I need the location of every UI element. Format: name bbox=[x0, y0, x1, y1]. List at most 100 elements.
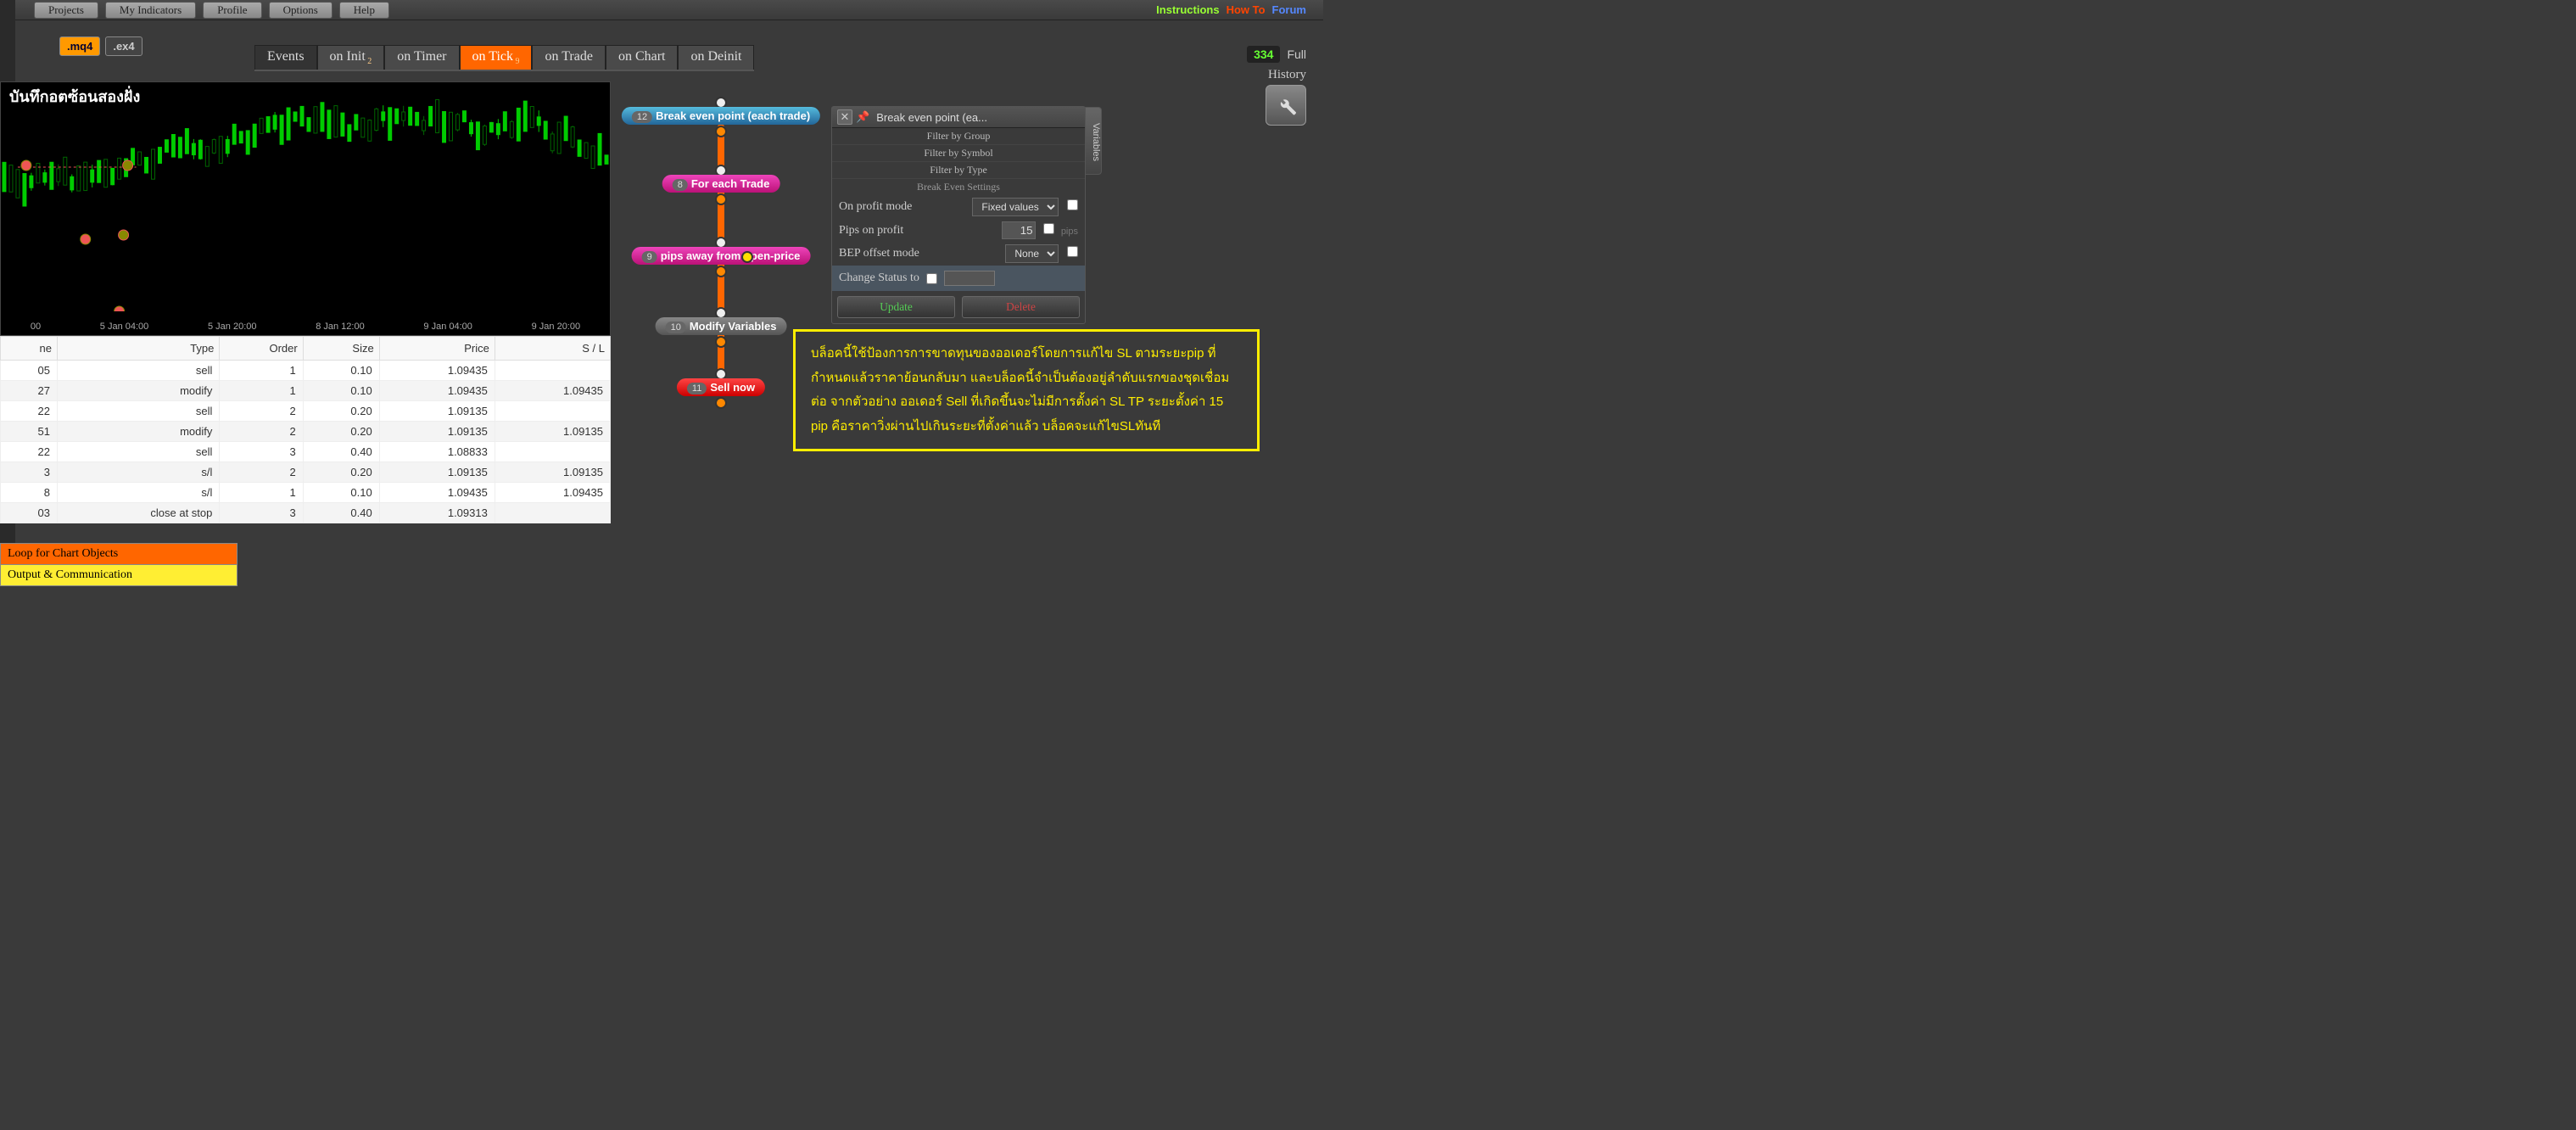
table-row[interactable]: 51modify20.201.091351.09135 bbox=[1, 422, 611, 442]
table-cell: 1.09435 bbox=[379, 381, 495, 401]
properties-panel: Variables ✕ 📌 Break even point (ea... Fi… bbox=[831, 106, 1086, 324]
category-output-communication[interactable]: Output & Communication bbox=[0, 564, 237, 586]
full-label[interactable]: Full bbox=[1287, 48, 1306, 61]
table-cell: close at stop bbox=[57, 503, 219, 523]
table-cell: 2 bbox=[220, 462, 303, 483]
table-cell: 03 bbox=[1, 503, 58, 523]
flow-node[interactable]: 12Break even point (each trade) bbox=[622, 107, 820, 125]
variables-side-tab[interactable]: Variables bbox=[1085, 107, 1102, 175]
table-cell: 1.09135 bbox=[379, 422, 495, 442]
menu-my-indicators[interactable]: My Indicators bbox=[105, 2, 196, 19]
pin-icon[interactable]: 📌 bbox=[856, 110, 869, 124]
table-row[interactable]: 05sell10.101.09435 bbox=[1, 361, 611, 381]
bep-mode-checkbox[interactable] bbox=[1067, 246, 1078, 257]
top-right-status: 334 Full History bbox=[1247, 46, 1306, 82]
flow-node[interactable]: 8For each Trade bbox=[662, 175, 780, 193]
connector-dot bbox=[715, 336, 727, 348]
info-annotation-box: บล็อคนี้ใช้ป้องการการขาดทุนของออเดอร์โดย… bbox=[793, 329, 1260, 451]
node-number: 10 bbox=[666, 322, 686, 333]
tab-on-trade[interactable]: on Trade bbox=[532, 45, 605, 70]
settings-wrench-button[interactable] bbox=[1266, 85, 1306, 126]
table-header: Type bbox=[57, 337, 219, 361]
node-number: 8 bbox=[673, 179, 688, 191]
link-howto[interactable]: How To bbox=[1227, 3, 1266, 16]
table-cell: 1 bbox=[220, 381, 303, 401]
status-color-picker[interactable] bbox=[944, 271, 995, 286]
bep-mode-select[interactable]: None bbox=[1005, 244, 1059, 263]
tab-on-deinit[interactable]: on Deinit bbox=[678, 45, 754, 70]
tab-on-chart[interactable]: on Chart bbox=[606, 45, 679, 70]
menu-projects[interactable]: Projects bbox=[34, 2, 98, 19]
table-header: Size bbox=[303, 337, 379, 361]
filter-by-type[interactable]: Filter by Type bbox=[832, 162, 1085, 179]
table-cell: 1.09313 bbox=[379, 503, 495, 523]
tab-on-timer[interactable]: on Timer bbox=[384, 45, 459, 70]
table-row[interactable]: 22sell30.401.08833 bbox=[1, 442, 611, 462]
time-tick: 00 bbox=[31, 322, 41, 332]
table-row[interactable]: 03close at stop30.401.09313 bbox=[1, 503, 611, 523]
link-forum[interactable]: Forum bbox=[1272, 3, 1306, 16]
time-tick: 8 Jan 12:00 bbox=[316, 322, 365, 332]
category-loop-chart-objects[interactable]: Loop for Chart Objects bbox=[0, 543, 237, 565]
filter-by-symbol[interactable]: Filter by Symbol bbox=[832, 145, 1085, 162]
table-row[interactable]: 27modify10.101.094351.09435 bbox=[1, 381, 611, 401]
tab-events[interactable]: Events bbox=[254, 45, 317, 70]
connector-dot bbox=[715, 193, 727, 205]
table-row[interactable]: 22sell20.201.09135 bbox=[1, 401, 611, 422]
table-header: S / L bbox=[495, 337, 610, 361]
table-cell: sell bbox=[57, 442, 219, 462]
table-cell: 2 bbox=[220, 422, 303, 442]
change-status-label: Change Status to bbox=[839, 271, 919, 285]
flow-node[interactable]: 9pips away from open-price bbox=[632, 247, 811, 265]
menu-profile[interactable]: Profile bbox=[203, 2, 261, 19]
table-cell bbox=[495, 361, 610, 381]
update-button[interactable]: Update bbox=[837, 296, 955, 318]
menu-help[interactable]: Help bbox=[339, 2, 389, 19]
table-cell: 1.09135 bbox=[379, 401, 495, 422]
table-cell: 1.09135 bbox=[495, 422, 610, 442]
export-ex4-button[interactable]: .ex4 bbox=[105, 36, 142, 56]
history-link[interactable]: History bbox=[1247, 68, 1306, 82]
profit-mode-select[interactable]: Fixed values bbox=[972, 198, 1059, 216]
change-status-checkbox[interactable] bbox=[926, 273, 937, 284]
table-header: Order bbox=[220, 337, 303, 361]
table-cell: 3 bbox=[1, 462, 58, 483]
table-cell: 1 bbox=[220, 483, 303, 503]
table-cell bbox=[495, 442, 610, 462]
candlestick-chart bbox=[1, 99, 610, 311]
flow-node[interactable]: 10Modify Variables bbox=[656, 317, 787, 335]
time-tick: 5 Jan 04:00 bbox=[100, 322, 149, 332]
table-cell: 51 bbox=[1, 422, 58, 442]
table-header: ne bbox=[1, 337, 58, 361]
tab-on-init[interactable]: on Init 2 bbox=[317, 45, 385, 70]
table-cell: 22 bbox=[1, 442, 58, 462]
table-cell: 0.20 bbox=[303, 462, 379, 483]
price-chart[interactable]: บันทึกอตซ้อนสองฝั่ง 005 Jan 04:005 Jan 2… bbox=[0, 81, 611, 336]
delete-button[interactable]: Delete bbox=[962, 296, 1080, 318]
table-header: Price bbox=[379, 337, 495, 361]
tab-on-tick[interactable]: on Tick 9 bbox=[460, 45, 533, 70]
connector-dot bbox=[715, 397, 727, 409]
menu-options[interactable]: Options bbox=[269, 2, 332, 19]
table-row[interactable]: 3s/l20.201.091351.09135 bbox=[1, 462, 611, 483]
filter-by-group[interactable]: Filter by Group bbox=[832, 128, 1085, 145]
prop-profit-mode: On profit mode Fixed values bbox=[832, 195, 1085, 219]
link-instructions[interactable]: Instructions bbox=[1156, 3, 1219, 16]
section-break-even: Break Even Settings bbox=[832, 179, 1085, 195]
properties-header: ✕ 📌 Break even point (ea... bbox=[832, 107, 1085, 128]
export-mq4-button[interactable]: .mq4 bbox=[59, 36, 100, 56]
profit-mode-checkbox[interactable] bbox=[1067, 199, 1078, 210]
table-cell: 0.10 bbox=[303, 361, 379, 381]
pips-profit-input[interactable] bbox=[1002, 221, 1036, 239]
node-number: 12 bbox=[632, 111, 652, 123]
flow-node[interactable]: 11Sell now bbox=[677, 378, 765, 396]
prop-profit-mode-label: On profit mode bbox=[839, 200, 912, 214]
table-cell: 3 bbox=[220, 442, 303, 462]
close-icon[interactable]: ✕ bbox=[837, 109, 852, 125]
chart-time-axis: 005 Jan 04:005 Jan 20:008 Jan 12:009 Jan… bbox=[1, 322, 610, 332]
table-row[interactable]: 8s/l10.101.094351.09435 bbox=[1, 483, 611, 503]
pips-profit-checkbox[interactable] bbox=[1043, 223, 1054, 234]
node-number: 9 bbox=[642, 251, 657, 263]
table-cell bbox=[495, 503, 610, 523]
time-tick: 9 Jan 04:00 bbox=[423, 322, 472, 332]
